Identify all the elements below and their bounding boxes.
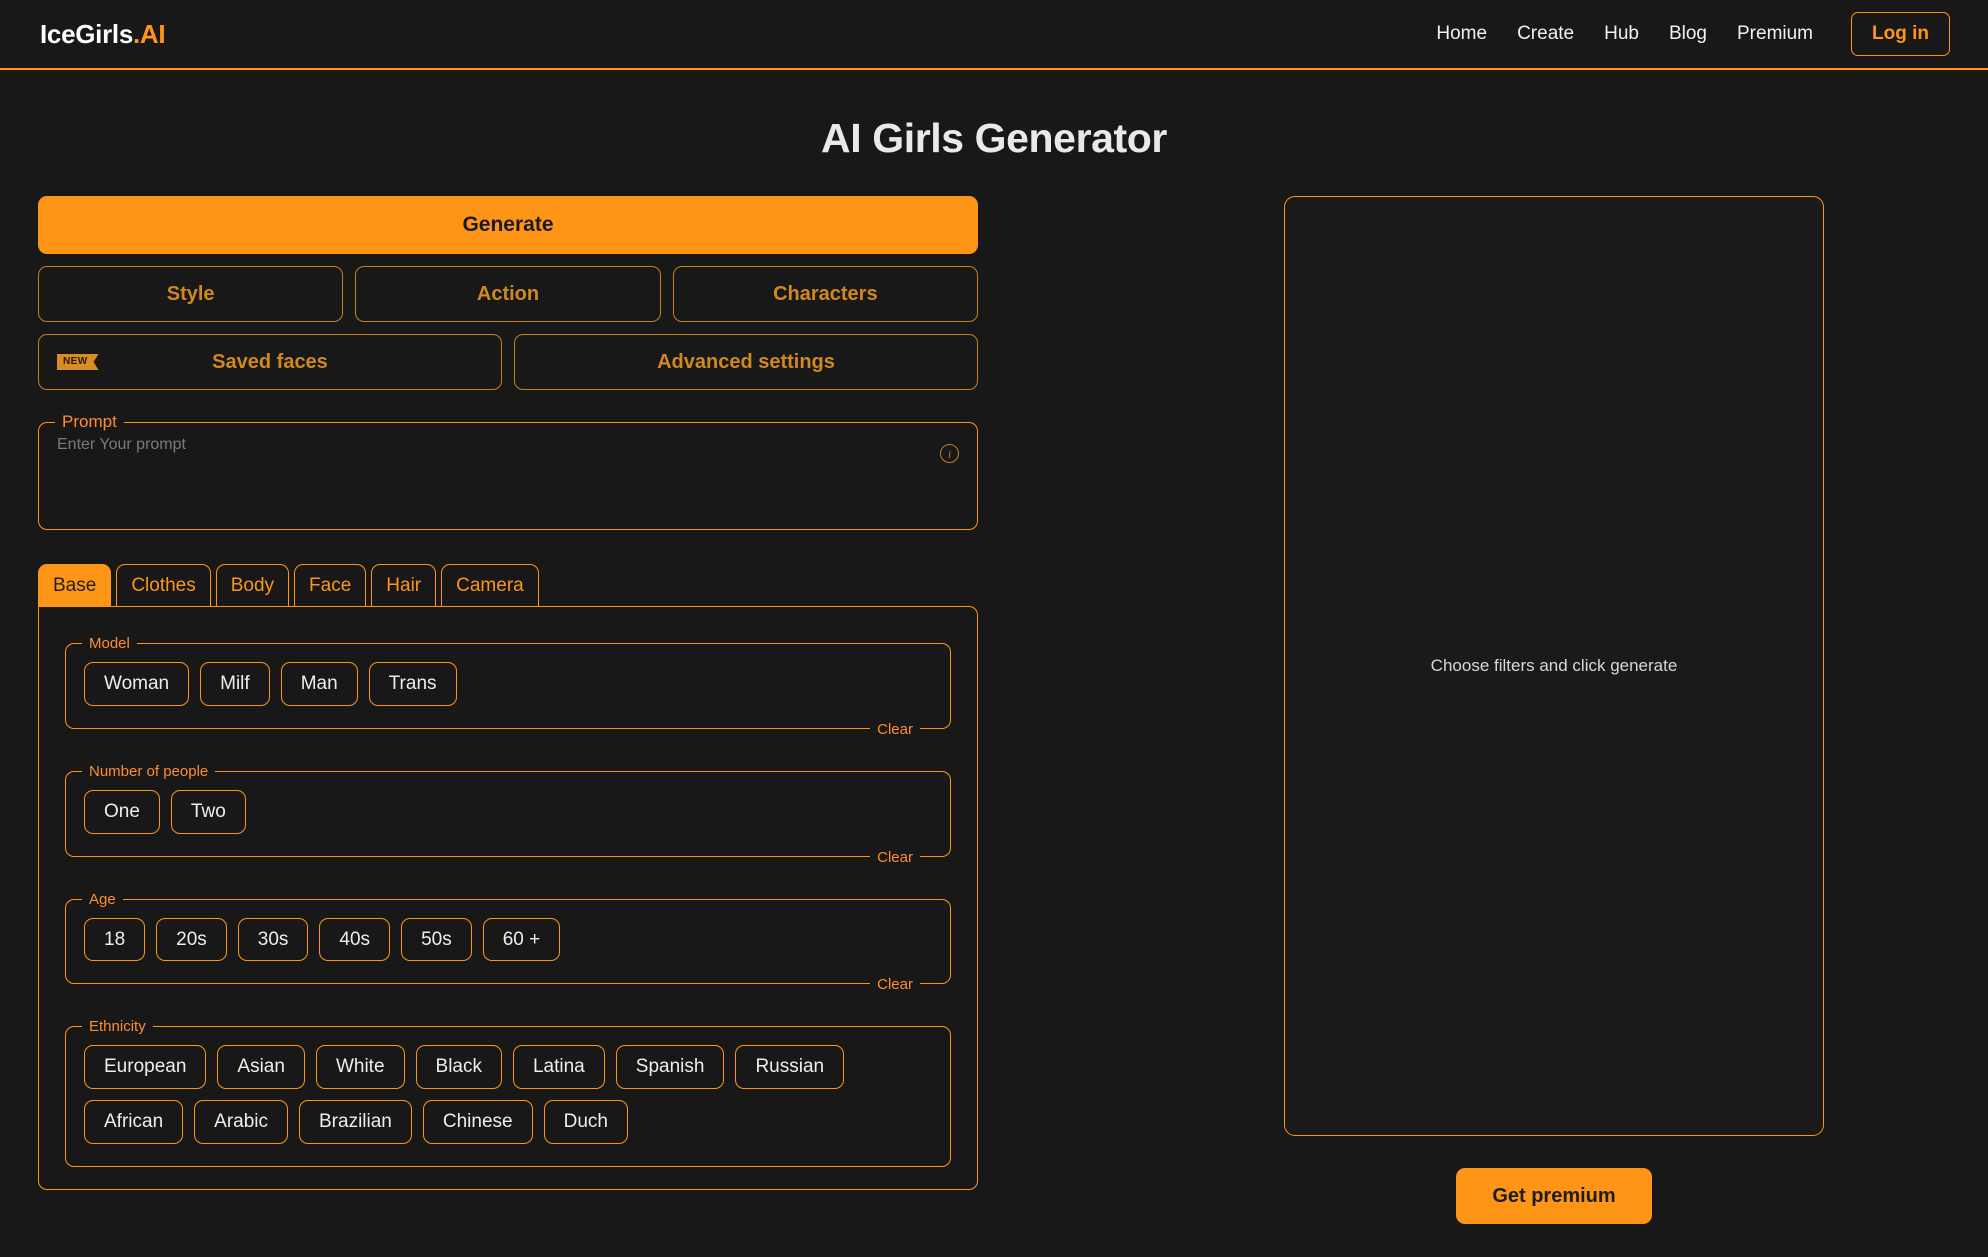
chip-option[interactable]: Arabic: [194, 1100, 288, 1145]
info-icon[interactable]: i: [940, 444, 959, 463]
characters-button-label: Characters: [773, 282, 878, 305]
preview-empty-message: Choose filters and click generate: [1430, 656, 1678, 675]
saved-faces-button[interactable]: NEW Saved faces: [38, 334, 502, 390]
tab-camera[interactable]: Camera: [441, 564, 539, 607]
prompt-legend: Prompt: [62, 412, 117, 431]
nav-item-blog[interactable]: Blog: [1669, 23, 1707, 45]
filter-group-number-of-people-legend: Number of people: [89, 762, 209, 780]
chip-option[interactable]: African: [84, 1100, 184, 1145]
chip-option[interactable]: Trans: [368, 661, 457, 706]
clear-model-link[interactable]: Clear: [870, 720, 920, 738]
site-header: IceGirls.AI Home Create Hub Blog Premium…: [0, 0, 1988, 70]
filter-group-ethnicity: Ethnicity European Asian White Black Lat…: [65, 1018, 951, 1168]
main-navigation: Home Create Hub Blog Premium Log in: [1436, 12, 1950, 56]
site-logo[interactable]: IceGirls.AI: [40, 18, 166, 50]
tab-hair[interactable]: Hair: [371, 564, 437, 607]
nav-item-hub[interactable]: Hub: [1604, 23, 1639, 45]
main-content: Generate Style Action Characters NEW Sav…: [0, 196, 1988, 1224]
new-badge: NEW: [57, 354, 99, 370]
advanced-settings-button-label: Advanced settings: [657, 350, 835, 373]
chip-option[interactable]: One: [84, 789, 160, 834]
nav-item-home[interactable]: Home: [1436, 23, 1487, 45]
nav-item-premium[interactable]: Premium: [1737, 23, 1813, 45]
controls-column: Generate Style Action Characters NEW Sav…: [38, 196, 978, 1191]
chip-option[interactable]: 50s: [401, 917, 472, 962]
filter-group-ethnicity-legend: Ethnicity: [89, 1018, 146, 1036]
chip-option[interactable]: 40s: [319, 917, 391, 962]
style-button-label: Style: [166, 282, 215, 305]
chip-option[interactable]: 18: [84, 917, 146, 962]
action-button-label: Action: [476, 282, 540, 305]
filter-group-model-options: Woman Milf Man Trans: [66, 652, 950, 728]
filter-group-age-legend: Age: [89, 890, 116, 908]
filter-tabs: Base Clothes Body Face Hair Camera: [38, 564, 978, 607]
characters-button[interactable]: Characters: [672, 266, 978, 322]
chip-option[interactable]: White: [315, 1045, 405, 1090]
chip-option[interactable]: Duch: [543, 1100, 628, 1145]
chip-option[interactable]: Milf: [200, 661, 270, 706]
get-premium-button[interactable]: Get premium: [1456, 1168, 1652, 1224]
preview-column: Choose filters and click generate Get pr…: [978, 196, 1950, 1224]
chip-option[interactable]: Brazilian: [299, 1100, 412, 1145]
chip-option[interactable]: 20s: [156, 917, 227, 962]
chip-option[interactable]: Asian: [217, 1045, 305, 1090]
advanced-settings-button[interactable]: Advanced settings: [514, 334, 978, 390]
filter-group-age: Age 18 20s 30s 40s 50s 60 + Clear: [65, 890, 951, 994]
page-title: AI Girls Generator: [821, 115, 1167, 161]
action-button[interactable]: Action: [355, 266, 661, 322]
nav-item-create[interactable]: Create: [1517, 23, 1574, 45]
tab-body[interactable]: Body: [215, 564, 290, 607]
logo-accent-text: .AI: [133, 18, 166, 49]
filter-group-model: Model Woman Milf Man Trans Clear: [65, 634, 951, 738]
tab-base[interactable]: Base: [38, 564, 112, 607]
chip-option[interactable]: Woman: [84, 661, 190, 706]
chip-option[interactable]: 30s: [237, 917, 309, 962]
chip-option[interactable]: Two: [170, 789, 246, 834]
chip-option[interactable]: Spanish: [615, 1045, 725, 1090]
chip-option[interactable]: Chinese: [422, 1100, 533, 1145]
chip-option[interactable]: 60 +: [482, 917, 561, 962]
filter-panel: Model Woman Milf Man Trans Clear Number …: [38, 605, 978, 1191]
chip-option[interactable]: European: [84, 1045, 207, 1090]
style-button[interactable]: Style: [38, 266, 344, 322]
tab-clothes[interactable]: Clothes: [116, 564, 211, 607]
prompt-input[interactable]: [39, 432, 977, 516]
login-button[interactable]: Log in: [1851, 12, 1950, 56]
tab-face[interactable]: Face: [294, 564, 367, 607]
prompt-fieldset: Prompt i: [38, 412, 978, 530]
filter-group-age-options: 18 20s 30s 40s 50s 60 +: [66, 908, 950, 984]
chip-option[interactable]: Latina: [512, 1045, 605, 1090]
filter-group-number-of-people: Number of people One Two Clear: [65, 762, 951, 866]
clear-number-of-people-link[interactable]: Clear: [870, 848, 920, 866]
secondary-actions-row-1: Style Action Characters: [38, 266, 978, 322]
chip-option[interactable]: Russian: [735, 1045, 845, 1090]
logo-main-text: IceGirls: [40, 18, 133, 49]
filter-group-model-legend: Model: [89, 634, 130, 652]
saved-faces-button-label: Saved faces: [212, 350, 328, 373]
image-preview-area: Choose filters and click generate: [1284, 196, 1824, 1136]
generate-button[interactable]: Generate: [38, 196, 978, 254]
chip-option[interactable]: Man: [280, 661, 358, 706]
chip-option[interactable]: Black: [415, 1045, 502, 1090]
clear-age-link[interactable]: Clear: [870, 976, 920, 994]
secondary-actions-row-2: NEW Saved faces Advanced settings: [38, 334, 978, 390]
filter-group-ethnicity-options: European Asian White Black Latina Spanis…: [66, 1035, 950, 1166]
filter-group-number-of-people-options: One Two: [66, 780, 950, 856]
